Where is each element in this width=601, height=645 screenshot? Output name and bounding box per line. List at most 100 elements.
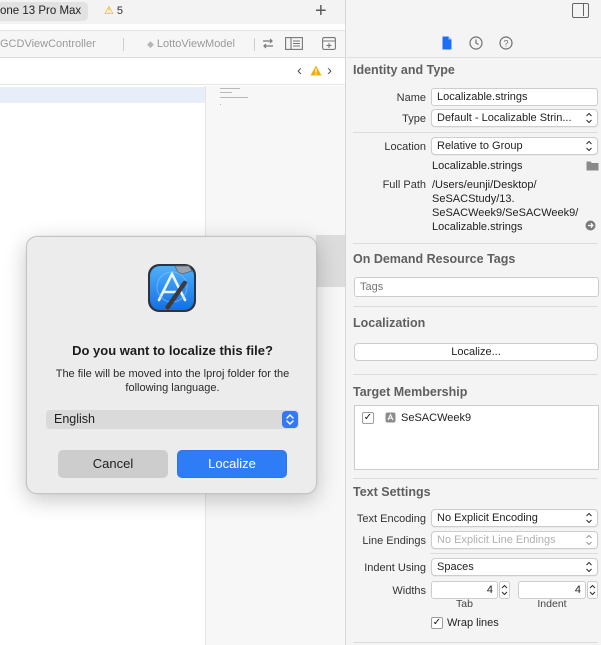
divider: [353, 642, 598, 643]
location-label: Location: [384, 141, 426, 153]
location-popup[interactable]: Relative to Group: [431, 137, 598, 155]
swift-file-icon: ◆: [147, 39, 154, 49]
warning-badge[interactable]: ⚠ 5: [104, 4, 123, 18]
chevron-updown-icon: [586, 534, 592, 546]
editor-options-icon[interactable]: [285, 37, 303, 50]
tab-width-field[interactable]: 4: [431, 581, 498, 599]
wrap-lines-label: Wrap lines: [447, 617, 499, 629]
help-inspector-icon[interactable]: ?: [498, 35, 514, 51]
language-popup[interactable]: English: [46, 410, 299, 429]
file-inspector: ? Identity and Type Name Localizable.str…: [345, 0, 601, 645]
related-items-icon[interactable]: [261, 37, 275, 50]
tab-caption: Tab: [456, 598, 473, 610]
language-value: English: [54, 412, 95, 426]
inspector-header: [346, 0, 601, 24]
tab-width-stepper[interactable]: [499, 581, 510, 599]
file-inspector-icon[interactable]: [439, 35, 455, 51]
app-target-icon: [385, 412, 396, 423]
dialog-message: The file will be moved into the lproj fo…: [55, 368, 290, 394]
folder-icon[interactable]: [586, 160, 599, 171]
indent-using-popup[interactable]: Spaces: [431, 558, 598, 576]
divider: [430, 553, 598, 554]
cancel-button[interactable]: Cancel: [58, 450, 168, 478]
location-value: Relative to Group: [437, 140, 523, 152]
add-editor-icon[interactable]: [322, 37, 336, 50]
current-line-highlight: [0, 87, 205, 103]
line-endings-label: Line Endings: [362, 535, 426, 547]
next-issue-icon[interactable]: ›: [327, 62, 332, 80]
xcode-app-icon: [148, 264, 196, 312]
text-encoding-popup[interactable]: No Explicit Encoding: [431, 509, 598, 527]
window-toolbar: one 13 Pro Max ⚠ 5 +: [0, 0, 345, 24]
reveal-in-finder-icon[interactable]: [585, 220, 596, 231]
full-path-line: SeSACStudy/13.: [432, 193, 515, 205]
full-path-line: SeSACWeek9/SeSACWeek9/: [432, 207, 579, 219]
run-destination[interactable]: one 13 Pro Max: [0, 2, 89, 21]
warning-count: 5: [116, 5, 123, 17]
type-popup[interactable]: Default - Localizable Strin...: [431, 109, 598, 127]
line-endings-value: No Explicit Line Endings: [437, 534, 556, 546]
run-destination-label: one 13 Pro Max: [0, 5, 82, 17]
section-title-identity: Identity and Type: [353, 63, 455, 77]
widths-label: Widths: [392, 585, 426, 597]
svg-text:?: ?: [503, 38, 508, 48]
divider: [353, 374, 598, 375]
section-title-target-membership: Target Membership: [353, 385, 468, 399]
toggle-inspector-icon[interactable]: [572, 3, 589, 18]
full-path-line: /Users/eunji/Desktop/: [432, 179, 537, 191]
chevron-updown-icon: [586, 512, 592, 524]
section-title-tags: On Demand Resource Tags: [353, 252, 516, 266]
name-label: Name: [396, 92, 426, 104]
divider: [353, 478, 598, 479]
text-encoding-value: No Explicit Encoding: [437, 512, 538, 524]
inspector-tab-bar: ?: [346, 30, 601, 58]
tab-divider: [123, 38, 124, 51]
indent-width-field[interactable]: 4: [518, 581, 586, 599]
chevron-updown-icon: [282, 411, 298, 428]
chevron-updown-icon: [586, 561, 592, 573]
section-title-localization: Localization: [353, 316, 426, 330]
indent-using-value: Spaces: [437, 561, 474, 573]
target-name: SeSACWeek9: [401, 412, 472, 424]
editor-shaded-region: [316, 235, 345, 287]
minimap-line: [220, 97, 248, 98]
tab-divider: [254, 38, 255, 51]
indent-using-label: Indent Using: [364, 562, 426, 574]
wrap-lines-checkbox[interactable]: ✓: [431, 617, 443, 629]
minimap-line: [220, 88, 240, 89]
divider: [353, 306, 598, 307]
divider: [353, 132, 598, 133]
tab-gcd-view-controller[interactable]: GCDViewController: [0, 37, 96, 51]
add-tab-button[interactable]: +: [315, 0, 327, 22]
warning-icon: ⚠: [104, 5, 114, 17]
target-checkbox[interactable]: ✓: [362, 412, 374, 424]
warning-icon[interactable]: [310, 65, 322, 76]
localize-confirm-button[interactable]: Localize: [177, 450, 287, 478]
type-value: Default - Localizable Strin...: [437, 112, 572, 124]
type-label: Type: [402, 113, 426, 125]
previous-issue-icon[interactable]: ‹: [297, 62, 302, 80]
chevron-updown-icon: [586, 112, 592, 124]
full-path-line: Localizable.strings: [432, 221, 523, 233]
section-title-text-settings: Text Settings: [353, 485, 431, 499]
indent-caption: Indent: [537, 598, 567, 610]
minimap-line: [220, 104, 221, 105]
indent-width-stepper[interactable]: [587, 581, 598, 599]
history-inspector-icon[interactable]: [468, 35, 484, 51]
name-field[interactable]: Localizable.strings: [431, 88, 598, 106]
text-encoding-label: Text Encoding: [356, 513, 426, 525]
chevron-updown-icon: [586, 140, 592, 152]
jump-bar: ‹ ›: [0, 59, 345, 85]
localize-dialog: Do you want to localize this file? The f…: [26, 236, 317, 494]
tab-label: LottoViewModel: [156, 38, 235, 50]
location-file-name: Localizable.strings: [432, 160, 523, 172]
tags-input[interactable]: [354, 277, 599, 297]
divider: [353, 243, 598, 244]
tab-label: GCDViewController: [0, 38, 96, 50]
minimap-line: [220, 92, 232, 93]
tab-lotto-view-model[interactable]: ◆ LottoViewModel: [147, 37, 235, 51]
dialog-title: Do you want to localize this file?: [72, 343, 273, 358]
line-endings-popup[interactable]: No Explicit Line Endings: [431, 531, 598, 549]
localize-button[interactable]: Localize...: [354, 343, 598, 361]
editor-tab-bar: GCDViewController ◆ LottoViewModel: [0, 30, 345, 58]
